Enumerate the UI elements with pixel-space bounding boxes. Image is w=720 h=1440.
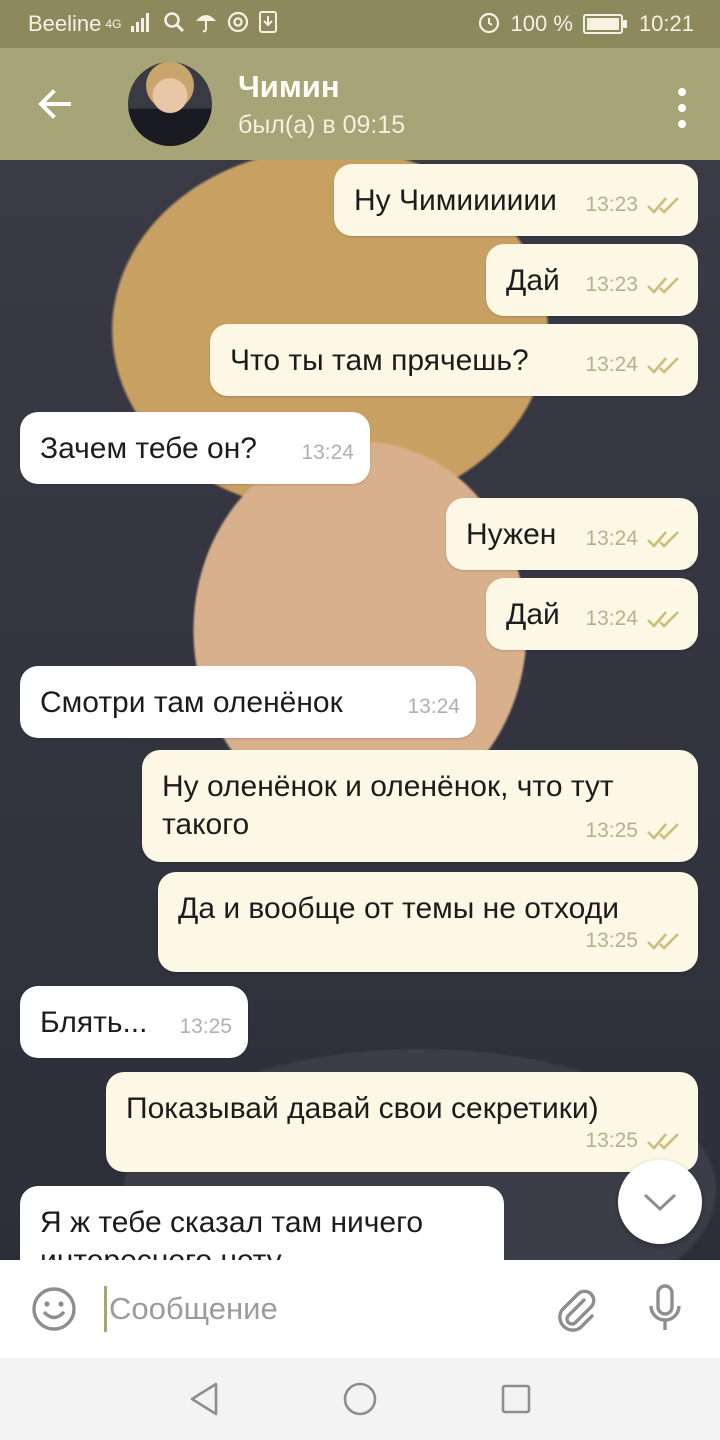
message-time: 13:24 <box>301 441 354 464</box>
message-text: Смотри там оленёнок <box>40 686 343 719</box>
double-check-icon <box>647 357 679 374</box>
contact-info[interactable]: Чимин был(а) в 09:15 <box>238 69 405 140</box>
message-time: 13:25 <box>585 1129 638 1152</box>
incoming-message[interactable]: Зачем тебе он? 13:24 <box>20 412 370 484</box>
search-icon <box>163 11 185 37</box>
battery-percent: 100 % <box>510 11 573 36</box>
double-check-icon <box>647 823 679 840</box>
message-time: 13:25 <box>585 929 638 952</box>
attach-button[interactable] <box>540 1260 610 1358</box>
outgoing-message[interactable]: Дай 13:23 <box>486 244 698 316</box>
umbrella-icon <box>195 11 217 37</box>
paperclip-icon <box>558 1289 596 1332</box>
message-time: 13:24 <box>585 353 638 376</box>
outgoing-message[interactable]: Ну Чимииииии 13:23 <box>334 164 698 236</box>
message-text: Я ж тебе сказал там ничего интересного н… <box>40 1206 424 1260</box>
back-triangle-icon[interactable] <box>188 1382 220 1416</box>
double-check-icon <box>647 933 679 950</box>
last-seen: был(а) в 09:15 <box>238 110 406 139</box>
message-time: 13:25 <box>585 819 638 842</box>
incoming-message[interactable]: Я ж тебе сказал там ничего интересного н… <box>20 1186 504 1260</box>
message-time: 13:25 <box>179 1015 232 1038</box>
contact-name: Чимин <box>238 68 340 104</box>
outgoing-message[interactable]: Нужен 13:24 <box>446 498 698 570</box>
more-vertical-icon[interactable] <box>676 88 688 128</box>
message-time: 13:24 <box>585 607 638 630</box>
incoming-message[interactable]: Блять... 13:25 <box>20 986 248 1058</box>
incoming-message[interactable]: Смотри там оленёнок 13:24 <box>20 666 476 738</box>
back-button[interactable] <box>0 48 110 160</box>
text-cursor <box>104 1286 107 1332</box>
message-time: 13:24 <box>407 695 460 718</box>
chat-header: Чимин был(а) в 09:15 <box>0 48 720 160</box>
arrow-left-icon <box>38 89 71 119</box>
double-check-icon <box>647 277 679 294</box>
double-check-icon <box>647 1133 679 1150</box>
message-time: 13:23 <box>585 193 638 216</box>
chevron-down-icon <box>643 1193 677 1212</box>
double-check-icon <box>647 531 679 548</box>
message-input[interactable]: Сообщение <box>109 1291 540 1327</box>
avatar[interactable] <box>128 62 212 146</box>
alarm-icon <box>477 10 501 38</box>
emoji-icon <box>32 1287 76 1331</box>
composer: Сообщение <box>0 1260 720 1358</box>
signal-icon <box>131 12 153 36</box>
outgoing-message[interactable]: Что ты там прячешь? 13:24 <box>210 324 698 396</box>
battery-icon <box>582 14 627 34</box>
message-time: 13:24 <box>585 527 638 550</box>
emoji-button[interactable] <box>0 1260 108 1358</box>
mic-button[interactable] <box>610 1260 720 1358</box>
carrier-name: Beeline <box>28 11 102 36</box>
outgoing-message[interactable]: Ну оленёнок и оленёнок, что тут такого 1… <box>142 750 698 862</box>
microphone-icon <box>649 1284 681 1330</box>
scroll-down-button[interactable] <box>618 1160 702 1244</box>
clock: 10:21 <box>638 11 694 36</box>
double-check-icon <box>647 611 679 628</box>
message-time: 13:23 <box>585 273 638 296</box>
recents-square-icon[interactable] <box>500 1383 532 1415</box>
status-bar: Beeline 4G 100 % 10:21 <box>0 0 720 48</box>
network-type: 4G <box>105 17 122 31</box>
double-check-icon <box>647 197 679 214</box>
download-icon <box>259 11 278 37</box>
outgoing-message[interactable]: Да и вообще от темы не отходи 13:25 <box>158 872 698 972</box>
at-icon <box>227 11 249 37</box>
message-list[interactable]: Ну Чимииииии 13:23 Дай 13:23 Что ты там … <box>0 160 720 1260</box>
outgoing-message[interactable]: Дай 13:24 <box>486 578 698 650</box>
outgoing-message[interactable]: Показывай давай свои секретики) 13:25 <box>106 1072 698 1172</box>
home-circle-icon[interactable] <box>342 1381 378 1417</box>
system-nav-bar <box>0 1358 720 1440</box>
